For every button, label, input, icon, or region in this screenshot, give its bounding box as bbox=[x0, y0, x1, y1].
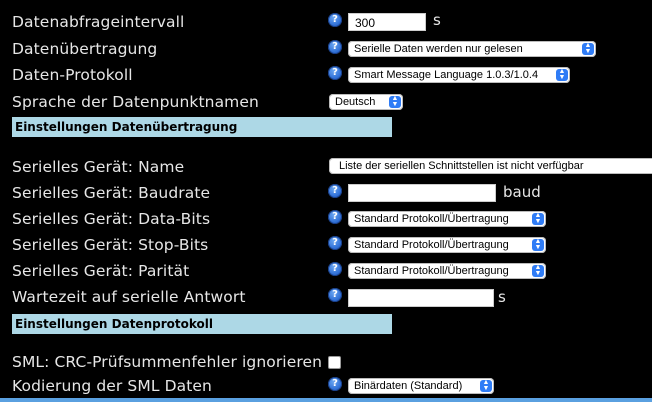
help-icon[interactable]: ? bbox=[328, 184, 342, 198]
data-protocol-value: Smart Message Language 1.0.3/1.0.4 bbox=[354, 69, 539, 81]
help-icon[interactable]: ? bbox=[328, 66, 342, 80]
label-data-transfer: Datenübertragung bbox=[12, 40, 158, 58]
label-parity: Serielles Gerät: Parität bbox=[12, 262, 190, 280]
label-serial-name: Serielles Gerät: Name bbox=[12, 158, 185, 176]
label-baudrate: Serielles Gerät: Baudrate bbox=[12, 184, 211, 202]
response-wait-input[interactable] bbox=[348, 289, 494, 307]
help-icon[interactable]: ? bbox=[328, 262, 342, 276]
stop-bits-value: Standard Protokoll/Übertragung bbox=[354, 239, 509, 251]
parity-value: Standard Protokoll/Übertragung bbox=[354, 265, 509, 277]
help-icon[interactable]: ? bbox=[328, 40, 342, 54]
label-response-wait: Wartezeit auf serielle Antwort bbox=[12, 288, 246, 306]
label-sml-encoding: Kodierung der SML Daten bbox=[12, 377, 212, 395]
unit-seconds: s bbox=[433, 11, 441, 29]
language-value: Deutsch bbox=[335, 96, 376, 108]
query-interval-input[interactable]: 300 bbox=[348, 13, 426, 31]
crc-ignore-checkbox[interactable] bbox=[328, 356, 341, 369]
chevron-updown-icon: ▲ ▼ bbox=[532, 264, 544, 277]
chevron-updown-icon: ▲ ▼ bbox=[556, 68, 568, 81]
serial-device-select[interactable]: Liste der seriellen Schnittstellen ist n… bbox=[329, 158, 652, 174]
label-crc-ignore: SML: CRC-Prüfsummenfehler ignorieren bbox=[12, 353, 323, 371]
section-header-data-transfer: Einstellungen Datenübertragung bbox=[12, 117, 392, 137]
data-protocol-select[interactable]: Smart Message Language 1.0.3/1.0.4 ▲ ▼ bbox=[348, 67, 570, 83]
help-icon[interactable]: ? bbox=[328, 288, 342, 302]
data-bits-select[interactable]: Standard Protokoll/Übertragung ▲ ▼ bbox=[348, 211, 546, 227]
baudrate-input[interactable] bbox=[348, 184, 496, 202]
stop-bits-select[interactable]: Standard Protokoll/Übertragung ▲ ▼ bbox=[348, 237, 546, 253]
unit-seconds: s bbox=[498, 288, 506, 306]
parity-select[interactable]: Standard Protokoll/Übertragung ▲ ▼ bbox=[348, 263, 546, 279]
chevron-updown-icon: ▲ ▼ bbox=[480, 379, 492, 392]
serial-device-value: Liste der seriellen Schnittstellen ist n… bbox=[339, 160, 584, 172]
data-transfer-value: Serielle Daten werden nur gelesen bbox=[354, 43, 523, 55]
data-bits-value: Standard Protokoll/Übertragung bbox=[354, 213, 509, 225]
language-select[interactable]: Deutsch ▲ ▼ bbox=[329, 94, 403, 110]
help-icon[interactable]: ? bbox=[328, 236, 342, 250]
sml-encoding-value: Binärdaten (Standard) bbox=[354, 380, 463, 392]
section-header-data-protocol: Einstellungen Datenprotokoll bbox=[12, 314, 392, 334]
chevron-updown-icon: ▲ ▼ bbox=[389, 95, 401, 108]
help-icon[interactable]: ? bbox=[328, 210, 342, 224]
sml-encoding-select[interactable]: Binärdaten (Standard) ▲ ▼ bbox=[348, 378, 494, 394]
label-query-interval: Datenabfrageintervall bbox=[12, 13, 185, 31]
help-icon[interactable]: ? bbox=[328, 13, 342, 27]
chevron-updown-icon: ▲ ▼ bbox=[582, 42, 594, 55]
label-data-bits: Serielles Gerät: Data-Bits bbox=[12, 210, 211, 228]
data-transfer-select[interactable]: Serielle Daten werden nur gelesen ▲ ▼ bbox=[348, 41, 596, 57]
label-stop-bits: Serielles Gerät: Stop-Bits bbox=[12, 236, 209, 254]
label-language: Sprache der Datenpunktnamen bbox=[12, 93, 259, 111]
chevron-updown-icon: ▲ ▼ bbox=[532, 238, 544, 251]
bottom-divider bbox=[0, 398, 652, 402]
label-data-protocol: Daten-Protokoll bbox=[12, 66, 133, 84]
help-icon[interactable]: ? bbox=[328, 377, 342, 391]
chevron-updown-icon: ▲ ▼ bbox=[532, 212, 544, 225]
unit-baud: baud bbox=[503, 183, 541, 201]
